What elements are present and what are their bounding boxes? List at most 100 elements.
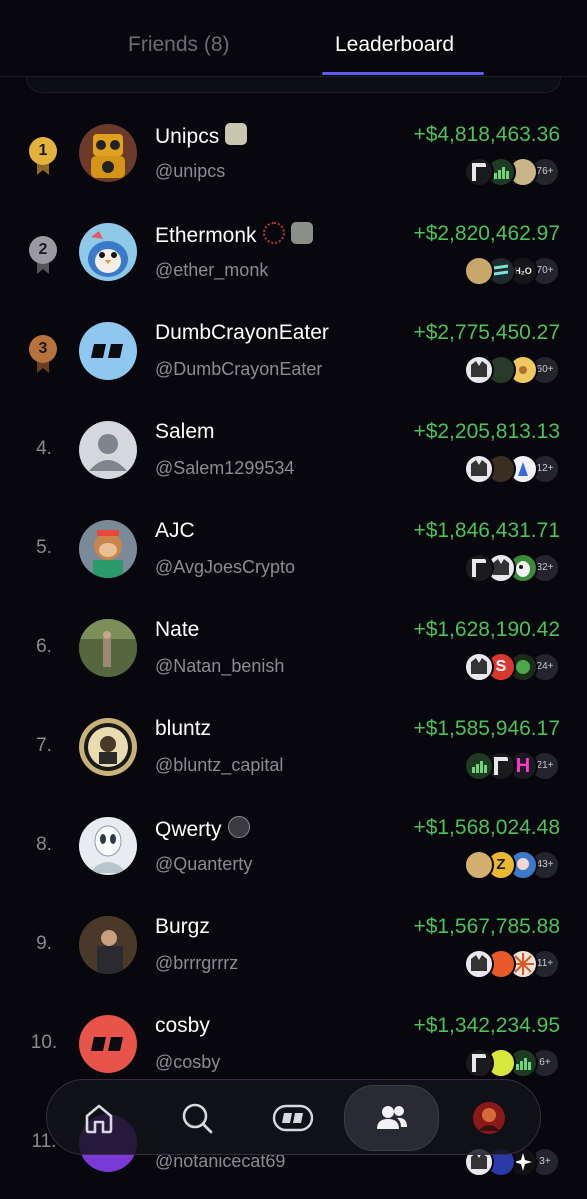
ribbon-badge-icon	[262, 222, 285, 244]
coin-avatar	[79, 718, 137, 776]
token-icon	[464, 652, 494, 682]
nav-search-button[interactable]	[167, 1088, 227, 1148]
user-handle: @Natan_benish	[155, 656, 285, 676]
user-handle: @brrrgrrrz	[155, 953, 239, 973]
leaderboard-row[interactable]: 7. bluntz @bluntz_capital +$1,585,946.17…	[0, 699, 587, 798]
user-name: cosby	[155, 1014, 210, 1037]
portrait-avatar	[79, 916, 137, 974]
token-icon	[464, 751, 494, 781]
holdings-stack: 12+	[464, 454, 560, 484]
user-handle: @Quanterty	[155, 854, 253, 874]
red-logo-avatar	[79, 1015, 137, 1073]
rank-number: 5.	[36, 537, 52, 558]
leaderboard-row[interactable]: 6. Nate @Natan_benish +$1,628,190.42 24+…	[0, 600, 587, 699]
bottom-nav-bar	[46, 1079, 541, 1155]
user-handle: @AvgJoesCrypto	[155, 557, 296, 577]
medal-rank: 3	[29, 335, 57, 363]
user-name: Burgz	[155, 915, 210, 938]
holdings-stack: 21+ H	[464, 751, 560, 781]
active-tab-indicator	[322, 72, 484, 75]
token-icon	[464, 553, 494, 583]
rank-number: 6.	[36, 636, 52, 657]
nav-friends-button[interactable]	[344, 1085, 439, 1151]
user-name: Unipcs	[155, 125, 220, 148]
top-panel-edge	[26, 77, 561, 93]
user-name: Salem	[155, 420, 215, 443]
calculator-badge-icon	[290, 222, 313, 244]
white-figure-avatar	[79, 817, 137, 875]
token-icon	[464, 256, 494, 286]
pnl-amount: +$4,818,463.36	[413, 123, 560, 146]
user-name: Ethermonk	[155, 224, 257, 247]
robot-avatar	[79, 124, 137, 182]
token-icon	[464, 355, 494, 385]
profile-avatar-icon	[473, 1102, 505, 1134]
search-icon	[182, 1103, 213, 1134]
photo-avatar	[79, 619, 137, 677]
friends-icon	[376, 1106, 407, 1129]
holdings-stack: 32+	[464, 553, 560, 583]
token-icon	[464, 850, 494, 880]
user-handle: @bluntz_capital	[155, 755, 284, 775]
logo-icon	[272, 1104, 314, 1132]
pnl-amount: +$1,567,785.88	[413, 915, 560, 938]
tab-friends[interactable]: Friends (8)	[128, 33, 230, 57]
medal-rank: 2	[29, 236, 57, 264]
pnl-amount: +$1,568,024.48	[413, 816, 560, 839]
medal-rank: 1	[29, 137, 57, 165]
user-handle: @ether_monk	[155, 260, 269, 280]
leaderboard-row[interactable]: 2 Ethermonk @ether_monk +$2,820,462.97 7…	[0, 204, 587, 303]
rank-number: 10.	[30, 1032, 58, 1053]
token-icon	[464, 949, 494, 979]
coin-badge-icon	[227, 816, 250, 838]
holdings-stack: 76+	[464, 157, 560, 187]
pnl-amount: +$1,585,946.17	[413, 717, 560, 740]
pnl-amount: +$2,775,450.27	[413, 321, 560, 344]
user-name: DumbCrayonEater	[155, 321, 329, 344]
home-icon	[85, 1104, 113, 1134]
leaderboard-row[interactable]: 8. Qwerty @Quanterty +$1,568,024.48 43+ …	[0, 798, 587, 897]
penguin-avatar	[79, 223, 137, 281]
user-name: Qwerty	[155, 818, 222, 841]
nav-profile-button[interactable]	[459, 1088, 519, 1148]
holdings-stack: 11+	[464, 949, 560, 979]
user-name: AJC	[155, 519, 195, 542]
pnl-amount: +$1,342,234.95	[413, 1014, 560, 1037]
user-handle: @Salem1299534	[155, 458, 295, 478]
user-name: Nate	[155, 618, 200, 641]
user-handle: @unipcs	[155, 161, 226, 181]
tab-bar: Friends (8) Leaderboard	[0, 0, 587, 77]
rank-number: 4.	[36, 438, 52, 459]
leaderboard-list: 1 Unipcs @unipcs +$4,818,463.36 76+ 2 Et…	[0, 105, 587, 1194]
silver-medal-icon: 2	[29, 236, 57, 276]
user-name: bluntz	[155, 717, 212, 740]
gold-medal-icon: 1	[29, 137, 57, 177]
monkey-avatar	[79, 520, 137, 578]
leaderboard-row[interactable]: 5. AJC @AvgJoesCrypto +$1,846,431.71 32+	[0, 501, 587, 600]
pnl-amount: +$1,846,431.71	[413, 519, 560, 542]
pnl-amount: +$1,628,190.42	[413, 618, 560, 641]
leaderboard-row[interactable]: 3 DumbCrayonEater @DumbCrayonEater +$2,7…	[0, 303, 587, 402]
user-handle: @cosby	[155, 1052, 221, 1072]
blue-logo-avatar	[79, 322, 137, 380]
pnl-amount: +$2,820,462.97	[413, 222, 560, 245]
nav-home-button[interactable]	[69, 1088, 129, 1148]
leaderboard-row[interactable]: 9. Burgz @brrrgrrrz +$1,567,785.88 11+	[0, 897, 587, 996]
nav-logo-button[interactable]	[263, 1088, 323, 1148]
rank-number: 8.	[36, 834, 52, 855]
rank-number: 7.	[36, 735, 52, 756]
token-icon	[464, 1048, 494, 1078]
holdings-stack: 24+ S	[464, 652, 560, 682]
bronze-medal-icon: 3	[29, 335, 57, 375]
leaderboard-row[interactable]: 4. Salem @Salem1299534 +$2,205,813.13 12…	[0, 402, 587, 501]
pnl-amount: +$2,205,813.13	[413, 420, 560, 443]
token-icon	[464, 454, 494, 484]
user-handle: @DumbCrayonEater	[155, 359, 323, 379]
holdings-stack: 43+ Z	[464, 850, 560, 880]
leaderboard-row[interactable]: 1 Unipcs @unipcs +$4,818,463.36 76+	[0, 105, 587, 204]
holdings-stack: 60+	[464, 355, 560, 385]
rank-number: 9.	[36, 933, 52, 954]
holdings-stack: 70+ H₂O	[464, 256, 560, 286]
tab-leaderboard[interactable]: Leaderboard	[335, 33, 454, 57]
token-icon	[464, 157, 494, 187]
